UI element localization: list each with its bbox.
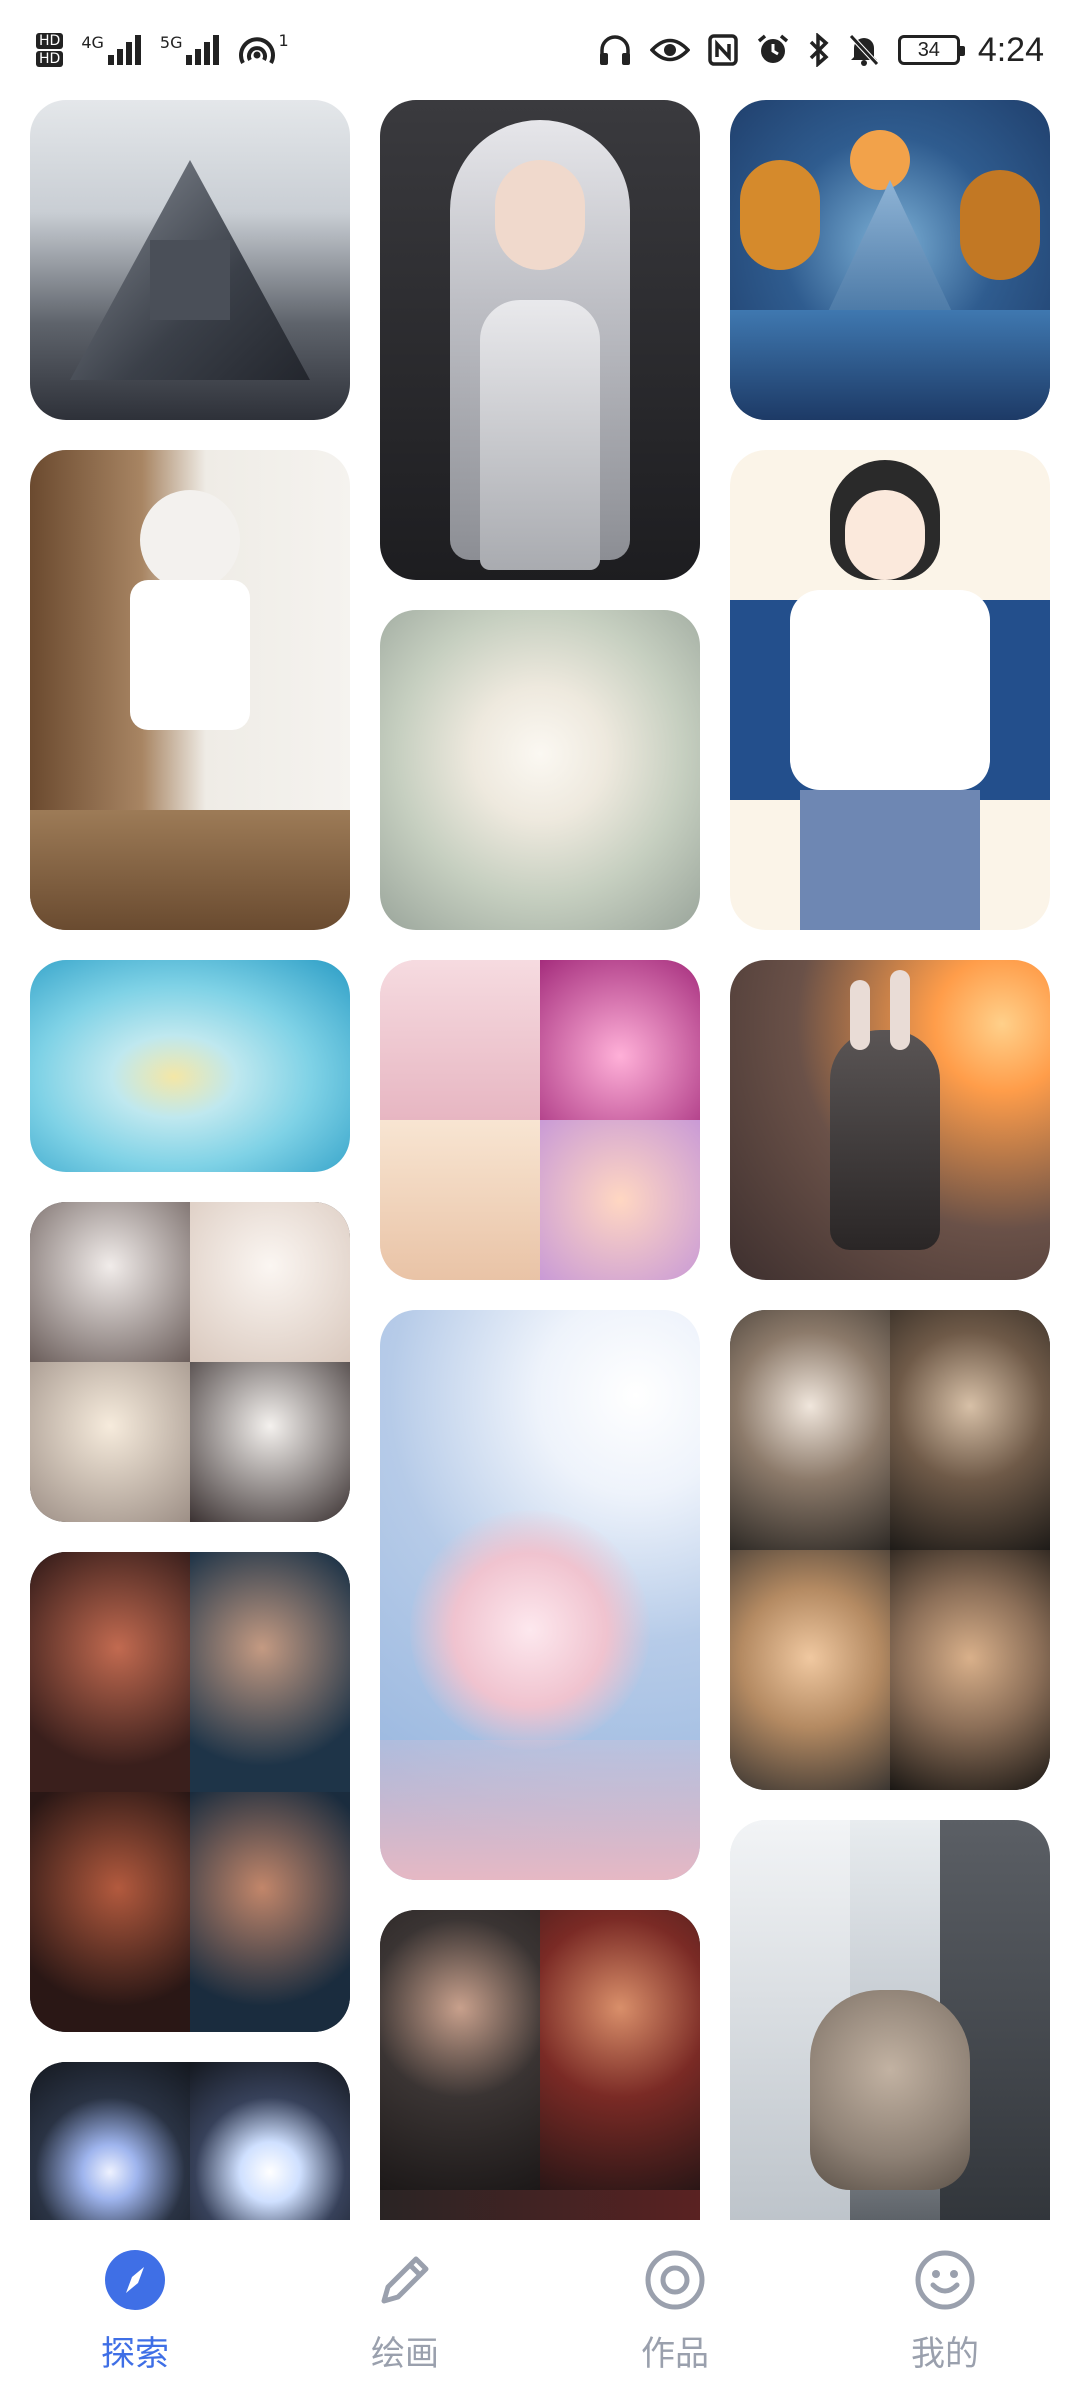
hotspot-icon <box>239 37 276 64</box>
status-bar: HD HD 4G 5G 1 34 4:24 <box>0 0 1080 100</box>
nav-label-draw: 绘画 <box>371 2334 439 2374</box>
mute-icon <box>848 33 880 67</box>
signal-bars-icon <box>186 35 220 65</box>
smiley-icon <box>913 2248 977 2312</box>
signal-5g: 5G <box>160 35 221 65</box>
signal-5g-label: 5G <box>159 33 183 52</box>
artwork-card-silver-hair-woman[interactable] <box>380 100 700 580</box>
bottom-navigation: 探索 绘画 作品 我的 <box>0 2220 1080 2400</box>
pencil-icon <box>373 2248 437 2312</box>
battery-indicator: 34 <box>897 35 965 65</box>
nav-item-draw[interactable]: 绘画 <box>295 2248 515 2375</box>
artwork-card-girls-with-sheep[interactable] <box>30 1202 350 1522</box>
signal-4g: 4G <box>81 35 142 65</box>
artwork-card-snow-cat[interactable] <box>730 1820 1050 2220</box>
compass-icon <box>103 2248 167 2312</box>
hd-bottom-label: HD <box>36 51 64 67</box>
alarm-icon <box>756 33 790 67</box>
artwork-card-warrior-faces[interactable] <box>30 1552 350 2032</box>
artwork-feed[interactable] <box>0 100 1080 2220</box>
target-icon <box>643 2248 707 2312</box>
artwork-card-mountain-house[interactable] <box>30 100 350 420</box>
eye-icon <box>649 37 690 63</box>
nav-item-works[interactable]: 作品 <box>565 2248 785 2375</box>
artwork-card-rabbit-knight[interactable] <box>730 960 1050 1280</box>
signal-bars-icon <box>107 35 141 65</box>
artwork-card-cherry-blossom[interactable] <box>380 1310 700 1880</box>
artwork-card-kittens[interactable] <box>730 1310 1050 1790</box>
nav-item-explore[interactable]: 探索 <box>25 2248 245 2375</box>
hd-top-label: HD <box>36 33 64 49</box>
nav-label-mine: 我的 <box>911 2334 979 2374</box>
artwork-card-fluffy-puppy[interactable] <box>380 610 700 930</box>
headphones-icon <box>598 34 632 66</box>
status-left: HD HD 4G 5G 1 <box>36 33 289 67</box>
nav-label-works: 作品 <box>641 2334 709 2374</box>
hotspot: 1 <box>238 31 289 67</box>
artwork-card-glowing-creature[interactable] <box>30 2062 350 2220</box>
status-right: 34 4:24 <box>598 31 1044 70</box>
artwork-card-pink-drinks[interactable] <box>380 960 700 1280</box>
app-screen: HD HD 4G 5G 1 34 4:24 探索 绘画 作品 我的 <box>0 0 1080 2400</box>
hd-indicator: HD HD <box>36 33 64 67</box>
hotspot-count: 1 <box>278 31 289 50</box>
nav-label-explore: 探索 <box>101 2334 169 2374</box>
nfc-icon <box>708 34 738 66</box>
artwork-card-girl-in-water[interactable] <box>30 960 350 1172</box>
artwork-card-warrior-women[interactable] <box>380 1910 700 2220</box>
battery-level: 34 <box>917 38 940 61</box>
bluetooth-icon <box>808 33 830 67</box>
nav-item-mine[interactable]: 我的 <box>835 2248 1055 2375</box>
artwork-card-paper-art-landscape[interactable] <box>730 100 1050 420</box>
artwork-card-anime-girl-window[interactable] <box>30 450 350 930</box>
status-time: 4:24 <box>977 30 1044 69</box>
signal-4g-label: 4G <box>81 33 104 52</box>
artwork-card-manga-girl-tshirt[interactable] <box>730 450 1050 930</box>
